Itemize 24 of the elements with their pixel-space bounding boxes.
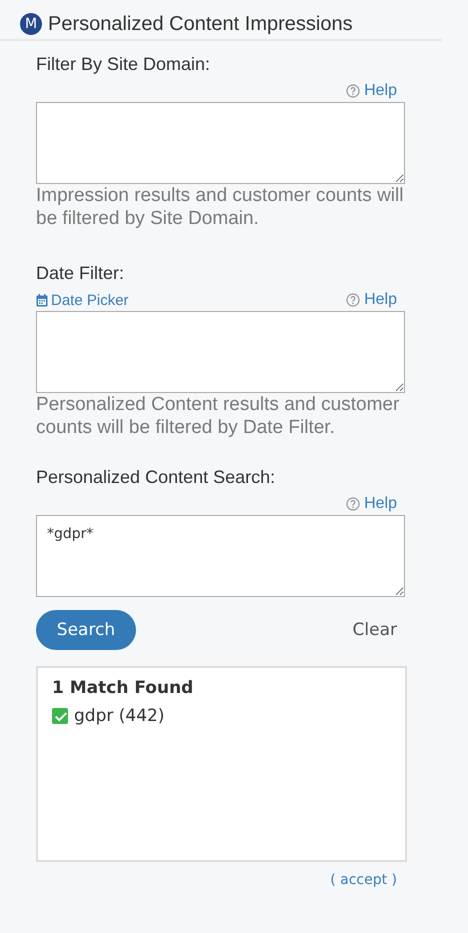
date-picker-link[interactable]: Date Picker [36, 292, 129, 308]
help-icon [346, 293, 360, 307]
help-link[interactable]: Help [346, 82, 397, 100]
logo-badge: M [20, 13, 42, 35]
help-icon [346, 84, 360, 98]
checkbox[interactable] [52, 708, 68, 724]
result-label: gdpr (442) [74, 706, 164, 726]
field-label: Filter By Site Domain: [36, 53, 212, 76]
help-link[interactable]: Help [346, 291, 397, 309]
search-button[interactable]: Search [36, 610, 136, 650]
help-icon [346, 497, 360, 511]
hint-text: Impression results and customer counts will be filtered by Site Domain. [36, 184, 404, 230]
clear-link[interactable]: Clear [352, 620, 397, 640]
field-label: Personalized Content Search: [36, 466, 276, 489]
help-link[interactable]: Help [346, 495, 397, 513]
field-label: Date Filter: [36, 262, 126, 285]
text-area[interactable]: *gdpr* [36, 515, 405, 597]
hint-text: Personalized Content results and customer counts will be filtered by Date Filter. [36, 393, 400, 439]
results-heading: 1 Match Found [52, 678, 194, 698]
text-area[interactable] [36, 102, 405, 184]
calendar-icon [36, 294, 48, 306]
accept-link[interactable]: ( accept ) [330, 872, 397, 888]
panel-title: Personalized Content Impressions [48, 12, 353, 36]
text-area[interactable] [36, 311, 405, 393]
